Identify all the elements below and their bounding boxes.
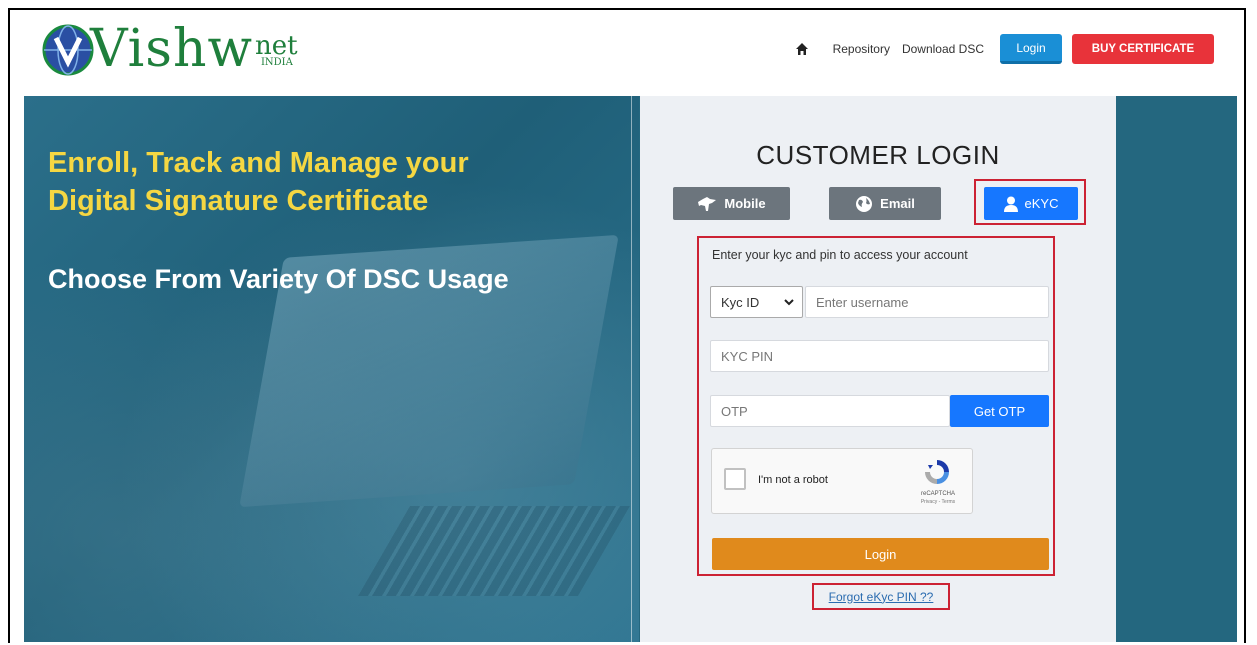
forgot-ekyc-pin-link[interactable]: Forgot eKyc PIN ?? [829, 590, 934, 604]
recaptcha-terms-link[interactable]: Privacy - Terms [910, 499, 966, 505]
hero-divider [631, 96, 632, 642]
nav-login-button[interactable]: Login [1000, 34, 1062, 64]
recaptcha-label: I'm not a robot [758, 474, 828, 486]
tab-email-label: Email [880, 196, 915, 211]
chevron-down-icon [784, 299, 794, 306]
recaptcha-logo-icon [925, 460, 949, 484]
recaptcha-brand: reCAPTCHA [920, 491, 955, 497]
nav-repository-link[interactable]: Repository [833, 42, 890, 56]
login-heading: CUSTOMER LOGIN [756, 140, 1000, 170]
vishwnet-logo[interactable]: Vishw net INDIA [42, 22, 298, 76]
browser-frame: Vishw net INDIA Repository Download DSC … [8, 8, 1246, 643]
logo-brand-text: Vishw [90, 19, 253, 79]
top-nav: Repository Download DSC Login BUY CERTIF… [795, 34, 1214, 64]
tab-mobile-label: Mobile [724, 196, 766, 211]
globe-icon [856, 195, 873, 212]
buy-certificate-button[interactable]: BUY CERTIFICATE [1072, 34, 1214, 64]
recaptcha-checkbox[interactable] [724, 468, 746, 490]
kyc-id-select[interactable]: Kyc ID [710, 286, 803, 318]
hero-subtitle: Choose From Variety Of DSC Usage [48, 264, 509, 294]
login-instruction: Enter your kyc and pin to access your ac… [712, 248, 968, 262]
hero-banner: Enroll, Track and Manage your Digital Si… [24, 96, 639, 642]
tab-ekyc[interactable]: eKYC [984, 187, 1078, 220]
logo-net-text: net [254, 31, 298, 61]
hero-section: Enroll, Track and Manage your Digital Si… [24, 96, 1237, 642]
username-input[interactable]: Enter username [805, 286, 1049, 318]
hero-title-line-2: Digital Signature Certificate [48, 185, 429, 217]
get-otp-button[interactable]: Get OTP [950, 395, 1049, 427]
customer-login-panel: CUSTOMER LOGIN Mobile Email eKYC Enter y… [640, 96, 1116, 642]
home-icon[interactable] [795, 42, 809, 56]
logo-suffix: net INDIA [254, 31, 298, 68]
otp-input[interactable]: OTP [710, 395, 950, 427]
forgot-pin-highlight: Forgot eKyc PIN ?? [812, 583, 950, 610]
india-map-icon [698, 196, 717, 211]
login-submit-button[interactable]: Login [712, 538, 1049, 570]
logo-region-text: INDIA [260, 57, 293, 68]
tab-ekyc-label: eKYC [1024, 196, 1059, 211]
keyboard-background-image [358, 506, 630, 596]
user-icon [1003, 196, 1018, 212]
hero-title: Enroll, Track and Manage your Digital Si… [48, 144, 469, 220]
hero-title-line-1: Enroll, Track and Manage your [48, 147, 469, 179]
tab-email[interactable]: Email [829, 187, 941, 220]
site-header: Vishw net INDIA Repository Download DSC … [10, 10, 1244, 96]
nav-download-dsc-link[interactable]: Download DSC [902, 42, 984, 56]
tab-mobile[interactable]: Mobile [673, 187, 790, 220]
kyc-id-select-value: Kyc ID [721, 294, 760, 310]
recaptcha-widget: I'm not a robot reCAPTCHA Privacy - Term… [711, 448, 973, 514]
globe-logo-icon [42, 24, 94, 76]
kyc-pin-input[interactable]: KYC PIN [710, 340, 1049, 372]
